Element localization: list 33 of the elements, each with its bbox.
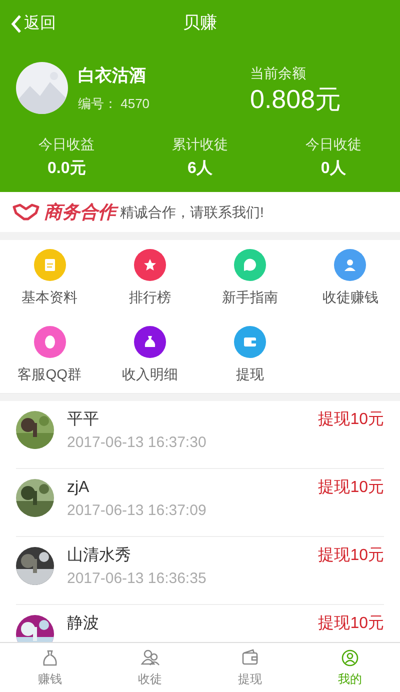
stat-value: 6人 [188, 159, 212, 179]
withdraw-amount: 提现10元 [318, 546, 384, 566]
people-icon [140, 648, 160, 668]
record-name: 山清水秀 [67, 546, 132, 566]
tab-item[interactable]: 赚钱 [0, 643, 100, 692]
balance-amount: 0.808元 [250, 84, 342, 114]
record-time: 2017-06-13 16:37:09 [67, 501, 208, 521]
stat-value: 0.0元 [48, 159, 86, 179]
partnership-text: 精诚合作，请联系我们! [120, 202, 264, 222]
stat-label: 今日收徒 [305, 135, 362, 154]
user-id: 编号： 4570 [78, 95, 151, 113]
record-time: 2017-06-13 16:36:35 [67, 569, 208, 589]
back-icon [10, 14, 22, 34]
stat-label: 今日收益 [38, 135, 95, 154]
page-title: 贝赚 [183, 12, 217, 34]
stat-value: 0人 [320, 159, 346, 179]
withdraw-amount: 提现10元 [318, 614, 384, 634]
record-name: 静波 [67, 614, 100, 634]
record-name: zjA [67, 478, 90, 498]
partnership-banner[interactable]: 商务合作 精诚合作，请联系我们! [0, 192, 400, 232]
record-name: 平平 [67, 410, 100, 430]
withdraw-amount: 提现10元 [318, 478, 384, 498]
person-icon [340, 648, 360, 668]
moneybag-icon [40, 648, 60, 668]
wallet-icon [240, 648, 260, 668]
tab-item[interactable]: 提现 [200, 643, 300, 692]
partnership-brand: 商务合作 [44, 198, 116, 226]
record-time: 2017-06-13 16:37:30 [67, 433, 208, 453]
withdraw-amount: 提现10元 [318, 410, 384, 430]
balance-label: 当前余额 [250, 64, 307, 82]
stat-label: 累计收徒 [172, 135, 228, 154]
user-name: 白衣沽酒 [78, 64, 147, 86]
tab-item[interactable]: 收徒 [100, 643, 200, 692]
